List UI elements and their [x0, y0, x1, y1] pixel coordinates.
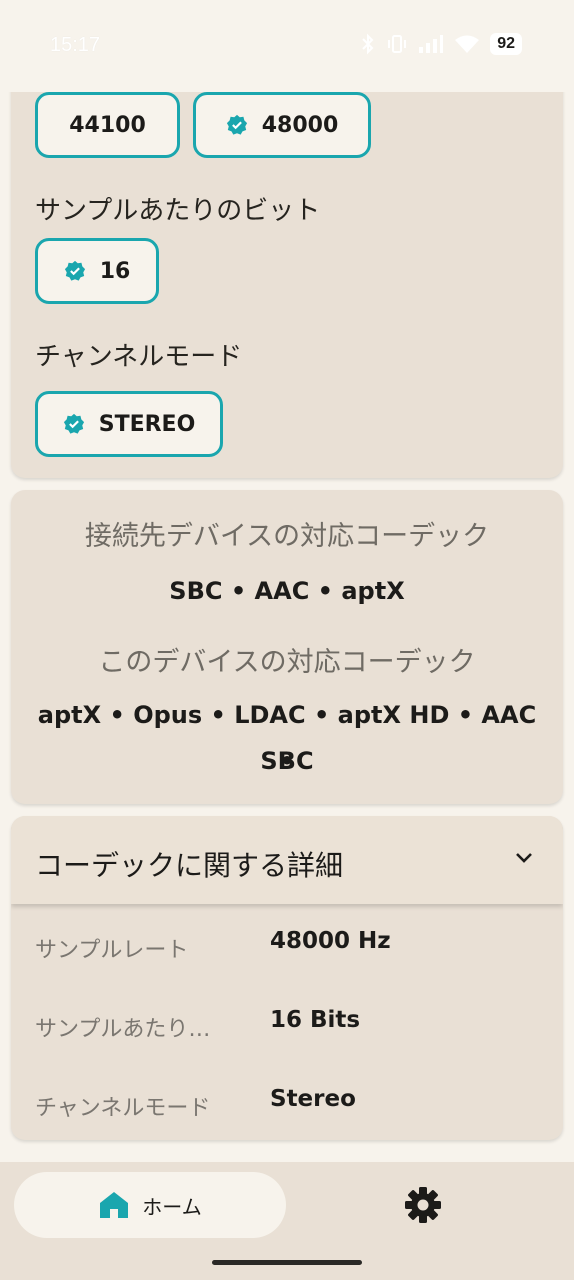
verified-check-icon	[226, 114, 247, 135]
nav-home-tab[interactable]: ホーム	[14, 1172, 286, 1238]
detail-key: チャンネルモード	[35, 1096, 211, 1121]
codec-details-header[interactable]: コーデックに関する詳細	[11, 816, 563, 904]
detail-row-sample-rate: サンプルレート 48000 Hz	[35, 928, 555, 968]
local-codecs-list-line2: SBC	[260, 747, 314, 775]
chevron-down-icon[interactable]	[513, 850, 535, 866]
system-icons: 92	[360, 33, 522, 55]
bits-chip-16[interactable]: 16	[35, 238, 159, 304]
home-icon	[100, 1192, 129, 1218]
remote-codecs-heading: 接続先デバイスの対応コーデック	[84, 521, 490, 552]
sample-rate-chip-48000[interactable]: 48000	[193, 92, 371, 158]
detail-key: サンプルレート	[35, 938, 189, 963]
codec-details-card: コーデックに関する詳細 サンプルレート 48000 Hz サンプルあたり… 16…	[11, 816, 563, 1140]
detail-key: サンプルあたり…	[35, 1017, 211, 1042]
detail-value: 48000 Hz	[270, 928, 391, 954]
remote-codecs-list: SBC • AAC • aptX	[169, 577, 405, 605]
signal-icon	[419, 35, 444, 53]
verified-check-icon	[64, 260, 85, 281]
codec-config-card: 44100 48000 サンプルあたりのビット 16 チャンネルモード STER…	[11, 70, 563, 478]
sample-rate-chip-44100[interactable]: 44100	[35, 92, 180, 158]
detail-row-channel-mode: チャンネルモード Stereo	[35, 1086, 555, 1126]
verified-check-icon	[63, 413, 84, 434]
chip-label: 44100	[69, 112, 146, 138]
detail-value: 16 Bits	[270, 1007, 361, 1033]
status-time: 15:17	[50, 34, 101, 56]
status-bar: 15:17 92	[0, 0, 574, 92]
channel-chip-stereo[interactable]: STEREO	[35, 391, 223, 457]
bluetooth-icon	[362, 33, 374, 55]
vibrate-icon	[388, 35, 407, 53]
home-indicator-bar[interactable]	[212, 1260, 362, 1265]
chip-label: 48000	[261, 112, 339, 138]
nav-home-label: ホーム	[142, 1194, 202, 1219]
local-codecs-heading: このデバイスの対応コーデック	[98, 647, 476, 678]
detail-row-bits: サンプルあたり… 16 Bits	[35, 1007, 555, 1047]
chip-label: 16	[99, 258, 131, 284]
gear-icon[interactable]	[402, 1184, 444, 1226]
wifi-icon	[455, 35, 480, 53]
bits-section-label: サンプルあたりのビット	[35, 196, 321, 226]
channel-section-label: チャンネルモード	[35, 342, 243, 372]
battery-level: 92	[490, 33, 522, 55]
codec-details-title: コーデックに関する詳細	[35, 849, 344, 882]
supported-codecs-card: 接続先デバイスの対応コーデック SBC • AAC • aptX このデバイスの…	[11, 490, 563, 804]
detail-value: Stereo	[270, 1086, 356, 1112]
chip-label: STEREO	[98, 411, 196, 437]
